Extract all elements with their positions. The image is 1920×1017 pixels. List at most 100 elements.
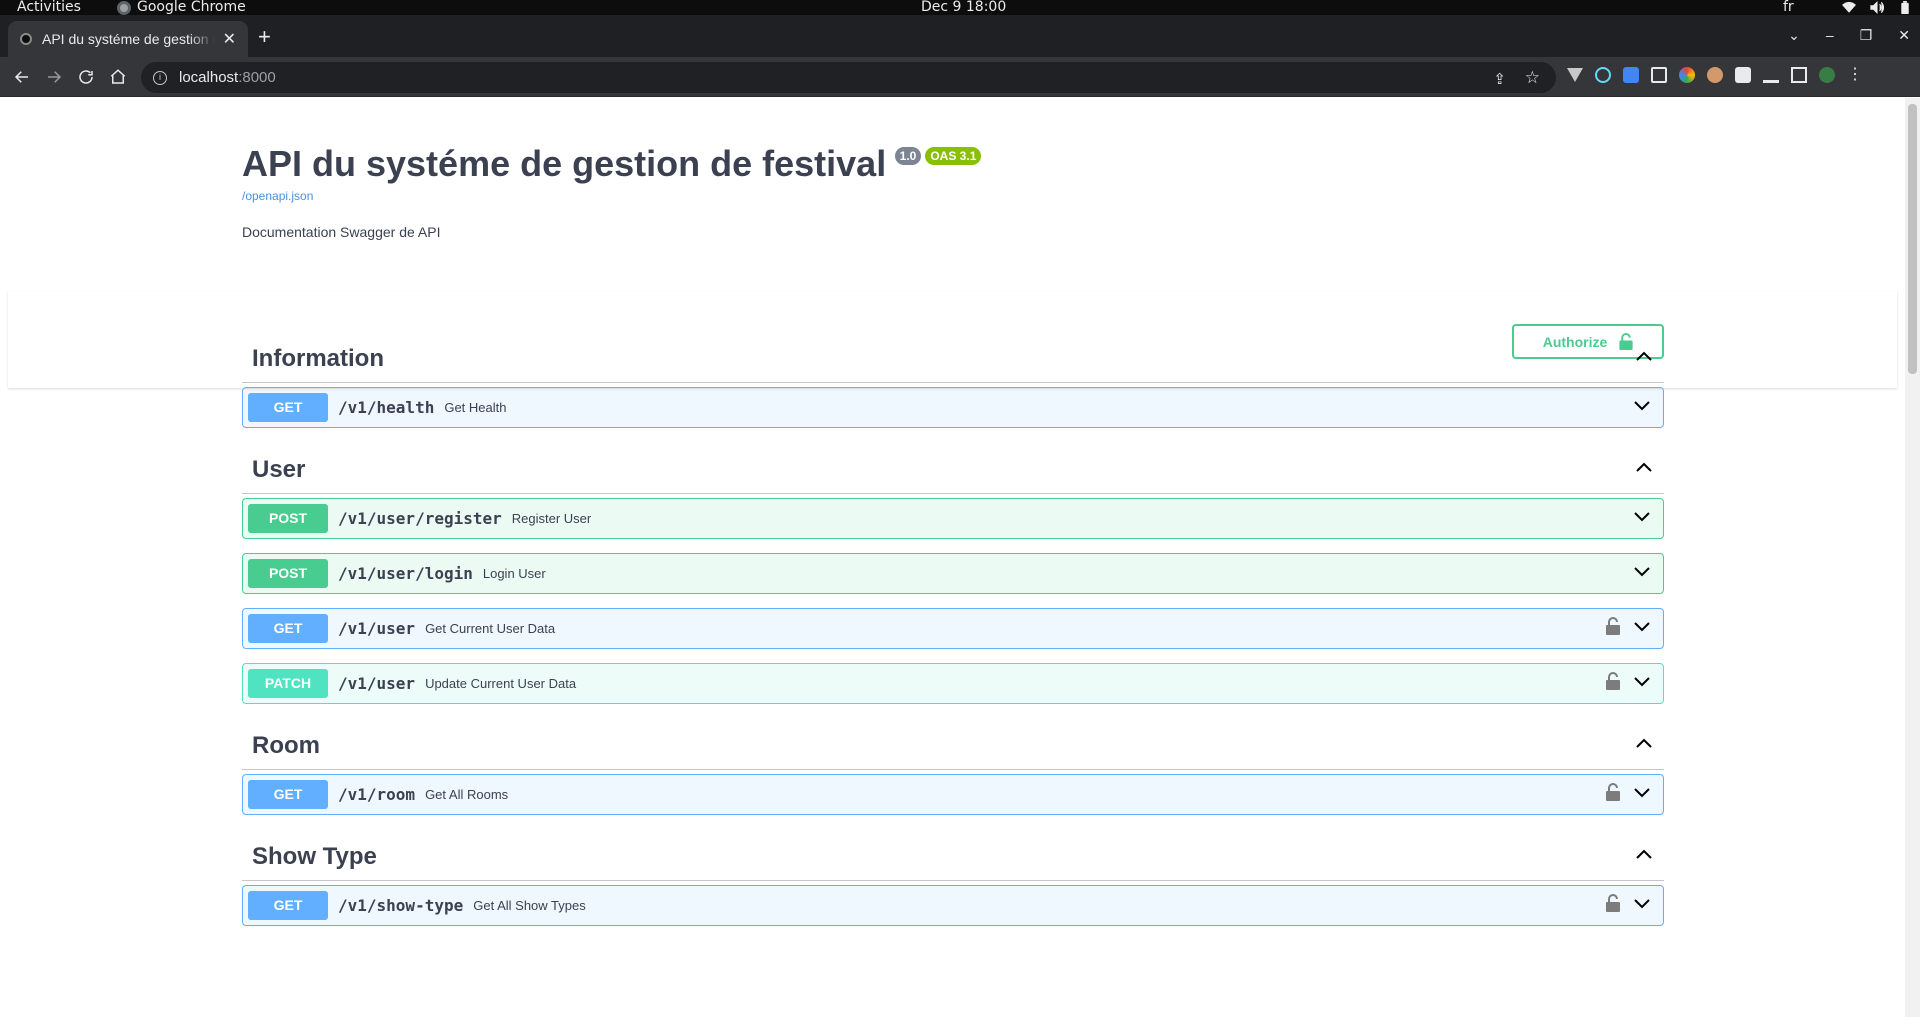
chevron-down-icon[interactable]	[1632, 395, 1652, 420]
favicon-icon	[20, 33, 32, 45]
operation-get-show-type[interactable]: GET /v1/show-type Get All Show Types	[242, 885, 1664, 926]
react-devtools-icon[interactable]	[1595, 67, 1611, 83]
lock-icon[interactable]	[1606, 672, 1620, 695]
operation-patch-user[interactable]: PATCH /v1/user Update Current User Data	[242, 663, 1664, 704]
operation-path: /v1/show-type	[338, 896, 464, 915]
operation-summary: Get Current User Data	[425, 621, 556, 636]
tab-title: API du systéme de gestion de festival	[42, 31, 215, 47]
arrow-right-icon	[48, 71, 62, 83]
operation-path: /v1/user	[338, 619, 416, 638]
tag-section-information: Information GET /v1/health Get Health	[242, 336, 1664, 428]
extension-window-icon[interactable]	[1651, 67, 1667, 83]
downloads-icon[interactable]	[1763, 67, 1779, 83]
chevron-down-icon[interactable]	[1632, 616, 1652, 641]
operation-summary: Register User	[511, 511, 592, 526]
version-badge: 1.0	[894, 147, 922, 165]
bookmark-star-icon[interactable]: ☆	[1525, 68, 1540, 88]
activities-button[interactable]: Activities	[17, 0, 81, 16]
tag-header[interactable]: Room	[242, 723, 1664, 770]
method-badge: GET	[248, 393, 328, 422]
method-badge: PATCH	[248, 669, 328, 698]
operation-path: /v1/user/register	[338, 509, 502, 528]
chrome-menu-icon[interactable]: ⋮	[1847, 67, 1863, 83]
operation-post-register[interactable]: POST /v1/user/register Register User	[242, 498, 1664, 539]
minimize-button[interactable]: –	[1826, 27, 1834, 44]
restore-button[interactable]: ❐	[1860, 27, 1873, 44]
method-badge: POST	[248, 504, 328, 533]
color-picker-icon[interactable]	[1679, 67, 1695, 83]
google-translate-icon[interactable]	[1623, 67, 1639, 83]
chevron-up-icon[interactable]	[1634, 845, 1654, 870]
reload-button[interactable]	[74, 65, 98, 89]
chevron-down-icon[interactable]	[1632, 893, 1652, 918]
chevron-down-icon[interactable]	[1632, 671, 1652, 696]
input-language[interactable]: fr	[1783, 0, 1794, 16]
lock-icon[interactable]	[1606, 617, 1620, 640]
operation-path: /v1/room	[338, 785, 416, 804]
operation-path: /v1/health	[338, 398, 435, 417]
new-tab-button[interactable]: +	[258, 26, 271, 48]
tab-search-icon[interactable]: ⌄	[1788, 27, 1800, 44]
lock-icon[interactable]	[1606, 783, 1620, 806]
tag-header[interactable]: Information	[242, 336, 1664, 383]
system-tray[interactable]	[1842, 0, 1912, 15]
method-badge: POST	[248, 559, 328, 588]
tab-close-icon[interactable]: ✕	[223, 29, 236, 49]
chevron-down-icon[interactable]	[1632, 782, 1652, 807]
chevron-up-icon[interactable]	[1634, 458, 1654, 483]
arrow-left-icon	[14, 71, 28, 83]
url-port: :8000	[238, 69, 276, 86]
operation-path: /v1/user	[338, 674, 416, 693]
owl-extension-icon[interactable]	[1707, 67, 1723, 83]
page-title: API du systéme de gestion de festival	[242, 143, 887, 184]
operation-get-room[interactable]: GET /v1/room Get All Rooms	[242, 774, 1664, 815]
side-panel-icon[interactable]	[1791, 67, 1807, 83]
forward-button[interactable]	[42, 65, 66, 89]
operation-path: /v1/user/login	[338, 564, 473, 583]
method-badge: GET	[248, 891, 328, 920]
reload-icon	[79, 70, 93, 84]
tag-name: Information	[252, 345, 384, 372]
back-button[interactable]	[10, 65, 34, 89]
operation-post-login[interactable]: POST /v1/user/login Login User	[242, 553, 1664, 594]
app-menu[interactable]: Google Chrome	[117, 0, 246, 16]
browser-toolbar: i localhost:8000 ⇪ ☆ ⋮	[0, 57, 1920, 97]
chrome-icon	[117, 0, 131, 15]
address-bar[interactable]: i localhost:8000 ⇪ ☆	[141, 62, 1556, 93]
page-scrollbar[interactable]	[1905, 98, 1920, 1017]
browser-tab[interactable]: API du systéme de gestion de festival ✕	[8, 21, 248, 57]
tag-section-user: User POST /v1/user/register Register Use…	[242, 447, 1664, 704]
home-button[interactable]	[106, 65, 130, 89]
scrollbar-thumb[interactable]	[1908, 104, 1917, 374]
tag-name: Room	[252, 732, 320, 759]
operation-summary: Get Health	[444, 400, 507, 415]
method-badge: GET	[248, 614, 328, 643]
chevron-down-icon[interactable]	[1632, 561, 1652, 586]
oas-badge: OAS 3.1	[925, 147, 982, 165]
profile-avatar[interactable]	[1819, 67, 1835, 83]
openapi-spec-link[interactable]: /openapi.json	[242, 189, 1664, 203]
operation-summary: Update Current User Data	[425, 676, 577, 691]
chevron-up-icon[interactable]	[1634, 734, 1654, 759]
tag-header[interactable]: Show Type	[242, 834, 1664, 881]
clock[interactable]: Dec 9 18:00	[921, 0, 1006, 16]
tab-strip: API du systéme de gestion de festival ✕ …	[0, 15, 1920, 57]
tag-header[interactable]: User	[242, 447, 1664, 494]
close-window-button[interactable]: ✕	[1898, 27, 1910, 44]
method-badge: GET	[248, 780, 328, 809]
chevron-up-icon[interactable]	[1634, 347, 1654, 372]
vue-devtools-icon[interactable]	[1567, 68, 1583, 82]
extensions-puzzle-icon[interactable]	[1735, 67, 1751, 83]
share-icon[interactable]: ⇪	[1493, 70, 1506, 88]
volume-icon	[1870, 1, 1884, 14]
tag-name: User	[252, 456, 306, 483]
extensions-area: ⋮	[1567, 67, 1863, 83]
chevron-down-icon[interactable]	[1632, 506, 1652, 531]
operation-get-health[interactable]: GET /v1/health Get Health	[242, 387, 1664, 428]
operation-get-user[interactable]: GET /v1/user Get Current User Data	[242, 608, 1664, 649]
os-top-bar: Activities Google Chrome Dec 9 18:00 fr	[0, 0, 1920, 15]
site-info-icon[interactable]: i	[153, 70, 167, 85]
app-menu-label: Google Chrome	[137, 0, 246, 15]
lock-icon[interactable]	[1606, 894, 1620, 917]
page-viewport: API du systéme de gestion de festival 1.…	[0, 98, 1920, 1017]
